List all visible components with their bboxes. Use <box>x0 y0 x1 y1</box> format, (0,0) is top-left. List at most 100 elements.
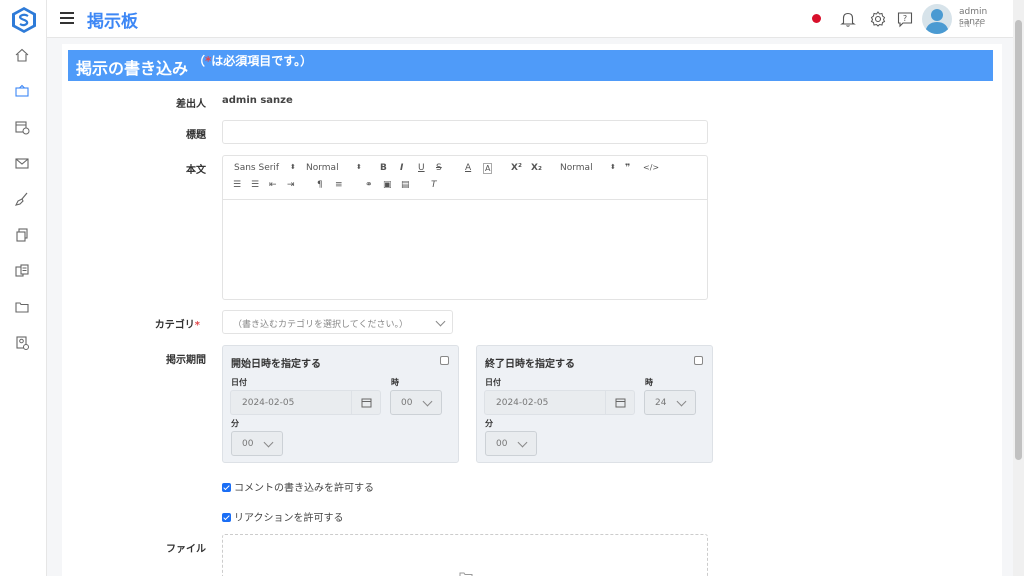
mail-icon[interactable] <box>13 154 31 172</box>
allow-comments-label: コメントの書き込みを許可する <box>234 483 374 494</box>
indent-icon[interactable]: ⇥ <box>287 180 295 190</box>
user-language: EN -IT <box>959 20 983 29</box>
broom-icon[interactable] <box>13 190 31 208</box>
chevron-down-icon <box>263 437 274 448</box>
svg-text:?: ? <box>903 14 907 23</box>
required-note-text: は必須項目です。） <box>211 54 313 68</box>
app-logo-icon[interactable] <box>11 6 37 34</box>
database-icon[interactable] <box>13 262 31 280</box>
align-icon[interactable]: ≡ <box>335 180 343 190</box>
start-minute-label: 分 <box>231 419 239 428</box>
start-date-value: 2024-02-05 <box>242 398 295 408</box>
avatar[interactable] <box>922 4 952 34</box>
subscript-button[interactable]: X₂ <box>531 163 542 173</box>
allow-reactions-checkbox[interactable] <box>222 513 231 522</box>
menu-icon[interactable] <box>60 12 74 24</box>
allow-reactions-label: リアクションを許可する <box>234 513 344 524</box>
category-placeholder: （書き込むカテゴリを選択してください。） <box>233 320 408 330</box>
end-hour-select[interactable]: 24 <box>644 390 696 415</box>
end-datetime-card: 終了日時を指定する 日付 2024-02-05 時 24 分 00 <box>476 345 713 463</box>
folder-icon <box>459 572 473 576</box>
end-date-label: 日付 <box>485 378 501 387</box>
sender-value: admin sanze <box>222 95 293 106</box>
end-date-input[interactable]: 2024-02-05 <box>484 390 635 415</box>
background-color-button[interactable]: A <box>483 163 493 174</box>
sender-label: 差出人 <box>176 99 206 110</box>
superscript-button[interactable]: X² <box>511 163 522 173</box>
end-calendar-button[interactable] <box>605 391 634 414</box>
category-label-text: カテゴリ <box>154 320 195 331</box>
documents-icon[interactable] <box>13 226 31 244</box>
video-icon[interactable]: ▤ <box>401 180 410 190</box>
start-hour-value: 00 <box>401 398 413 408</box>
chevron-down-icon <box>517 437 528 448</box>
code-block-button[interactable]: </> <box>643 163 659 172</box>
end-hour-label: 時 <box>645 378 653 387</box>
start-title: 開始日時を指定する <box>231 359 321 370</box>
bell-icon[interactable] <box>839 10 857 28</box>
ordered-list-icon[interactable]: ☰ <box>233 180 241 190</box>
end-hour-value: 24 <box>655 398 667 408</box>
scrollbar-thumb[interactable] <box>1015 20 1022 460</box>
calendar-clock-icon[interactable] <box>13 118 31 136</box>
allow-reactions-option[interactable]: リアクションを許可する <box>222 509 344 524</box>
start-date-label: 日付 <box>231 378 247 387</box>
start-calendar-button[interactable] <box>351 391 380 414</box>
italic-button[interactable]: I <box>400 163 403 173</box>
start-minute-select[interactable]: 00 <box>231 431 283 456</box>
sidebar <box>0 0 47 576</box>
start-hour-label: 時 <box>391 378 399 387</box>
heading-select[interactable]: Normal <box>560 163 593 173</box>
bulletin-board-icon[interactable] <box>13 82 31 100</box>
rich-text-editor: Sans Serif ⬍ Normal ⬍ B I U S A A X² X₂ … <box>222 155 708 300</box>
required-note-open: （ <box>193 54 206 68</box>
bullet-list-icon[interactable]: ☰ <box>251 180 259 190</box>
file-dropzone[interactable] <box>222 534 708 576</box>
start-enable-checkbox[interactable] <box>440 356 449 365</box>
calendar-icon <box>361 398 372 408</box>
help-icon[interactable]: ? <box>896 10 914 28</box>
subject-input[interactable] <box>222 120 708 144</box>
chevron-down-icon <box>676 396 687 407</box>
text-direction-icon[interactable]: ¶ <box>317 180 323 190</box>
subject-label: 標題 <box>186 130 206 141</box>
underline-button[interactable]: U <box>418 163 425 173</box>
start-hour-select[interactable]: 00 <box>390 390 442 415</box>
file-label: ファイル <box>166 544 206 555</box>
home-icon[interactable] <box>13 46 31 64</box>
link-icon[interactable]: ⚭ <box>365 180 373 190</box>
image-icon[interactable]: ▣ <box>383 180 392 190</box>
category-select[interactable]: （書き込むカテゴリを選択してください。） <box>222 310 453 334</box>
clear-format-icon[interactable]: T <box>431 180 437 190</box>
text-color-button[interactable]: A <box>465 163 471 173</box>
gear-icon[interactable] <box>869 10 887 28</box>
strike-button[interactable]: S <box>436 163 442 173</box>
allow-comments-checkbox[interactable] <box>222 483 231 492</box>
status-dot <box>812 14 821 23</box>
end-minute-select[interactable]: 00 <box>485 431 537 456</box>
category-required-star: * <box>194 320 200 331</box>
allow-comments-option[interactable]: コメントの書き込みを許可する <box>222 479 374 494</box>
user-settings-icon[interactable] <box>13 334 31 352</box>
editor-content-area[interactable] <box>223 200 707 299</box>
bold-button[interactable]: B <box>380 163 387 173</box>
start-date-input[interactable]: 2024-02-05 <box>230 390 381 415</box>
font-select-arrow-icon[interactable]: ⬍ <box>290 163 296 171</box>
heading-select-arrow-icon[interactable]: ⬍ <box>610 163 616 171</box>
start-minute-value: 00 <box>242 439 254 449</box>
outdent-icon[interactable]: ⇤ <box>269 180 277 190</box>
blockquote-button[interactable]: ❞ <box>625 163 630 173</box>
end-enable-checkbox[interactable] <box>694 356 703 365</box>
calendar-icon <box>615 398 626 408</box>
size-select[interactable]: Normal <box>306 163 339 173</box>
end-date-value: 2024-02-05 <box>496 398 549 408</box>
form-banner: 掲示の書き込み （*は必須項目です。） <box>68 50 993 81</box>
editor-toolbar: Sans Serif ⬍ Normal ⬍ B I U S A A X² X₂ … <box>223 163 707 179</box>
start-datetime-card: 開始日時を指定する 日付 2024-02-05 時 00 分 00 <box>222 345 459 463</box>
folder-icon[interactable] <box>13 298 31 316</box>
size-select-arrow-icon[interactable]: ⬍ <box>356 163 362 171</box>
body-label: 本文 <box>186 165 206 176</box>
font-select[interactable]: Sans Serif <box>234 163 279 173</box>
category-label: カテゴリ* <box>120 316 200 331</box>
end-minute-value: 00 <box>496 439 508 449</box>
